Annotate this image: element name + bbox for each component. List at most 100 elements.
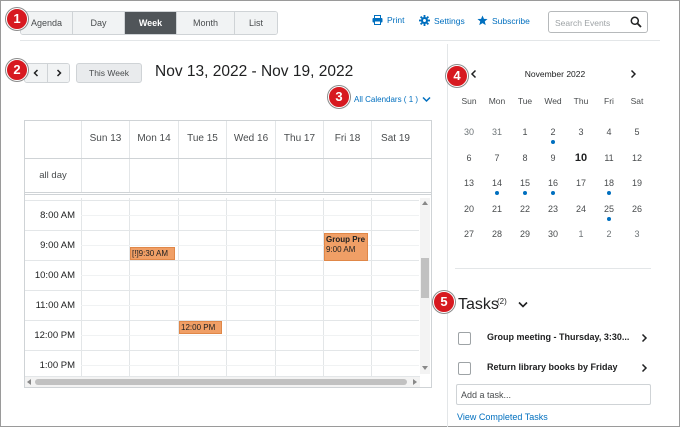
- time-grid[interactable]: 8:00 AM 9:00 AM 10:00 AM 11:00 AM 12:00 …: [25, 198, 431, 377]
- day-header-mon[interactable]: Mon 14: [129, 121, 178, 158]
- mini-day[interactable]: 19: [623, 175, 651, 195]
- task-checkbox[interactable]: [458, 332, 471, 345]
- horizontal-scrollbar[interactable]: [25, 376, 420, 387]
- mini-day[interactable]: 3: [567, 124, 595, 144]
- mini-day[interactable]: 30: [539, 226, 567, 246]
- day-header-sat[interactable]: Sat 19: [371, 121, 419, 158]
- mini-day[interactable]: 1: [511, 124, 539, 144]
- search-input[interactable]: [555, 16, 627, 29]
- day-header-tue[interactable]: Tue 15: [178, 121, 226, 158]
- day-header-fri[interactable]: Fri 18: [323, 121, 371, 158]
- chevron-left-icon: [33, 69, 39, 77]
- mini-day[interactable]: 15: [511, 175, 539, 195]
- mini-day[interactable]: 18: [595, 175, 623, 195]
- tab-week[interactable]: Week: [125, 12, 177, 34]
- tab-agenda[interactable]: Agenda: [21, 12, 73, 34]
- mini-day[interactable]: 29: [511, 226, 539, 246]
- event-indicator-dot: [523, 191, 527, 195]
- settings-button[interactable]: Settings: [419, 15, 465, 26]
- vertical-scroll-thumb[interactable]: [421, 258, 429, 298]
- view-completed-tasks-link[interactable]: View Completed Tasks: [457, 412, 548, 422]
- mini-day[interactable]: 16: [539, 175, 567, 195]
- mini-day-number: 23: [547, 203, 558, 214]
- all-day-cell[interactable]: [323, 159, 371, 192]
- day-header-thu[interactable]: Thu 17: [275, 121, 323, 158]
- mini-day[interactable]: 31: [483, 124, 511, 144]
- next-week-button[interactable]: [47, 64, 69, 82]
- all-day-cell[interactable]: [275, 159, 323, 192]
- scroll-right-arrow[interactable]: [413, 379, 417, 385]
- all-day-cell[interactable]: [371, 159, 419, 192]
- this-week-button[interactable]: This Week: [76, 63, 142, 83]
- all-calendars-dropdown[interactable]: All Calendars ( 1 ): [354, 95, 431, 104]
- mini-day[interactable]: 13: [455, 175, 483, 195]
- mini-day-number: 27: [463, 229, 474, 239]
- search-icon[interactable]: [630, 16, 642, 28]
- task-item[interactable]: Group meeting - Thursday, 3:30...: [458, 329, 648, 349]
- mini-day-number: 26: [631, 203, 642, 214]
- mini-day[interactable]: 22: [511, 201, 539, 221]
- hour-line: [25, 230, 419, 231]
- mini-day-number: 2: [606, 229, 612, 239]
- task-item[interactable]: Return library books by Friday: [458, 359, 648, 379]
- mini-day[interactable]: 10: [567, 150, 595, 170]
- prev-week-button[interactable]: [25, 64, 47, 82]
- half-hour-line: [81, 215, 419, 216]
- mini-day[interactable]: 23: [539, 201, 567, 221]
- mini-day[interactable]: 27: [455, 226, 483, 246]
- mini-day[interactable]: 20: [455, 201, 483, 221]
- add-task-input[interactable]: [461, 388, 641, 402]
- mini-day[interactable]: 11: [595, 150, 623, 170]
- all-day-cell[interactable]: [226, 159, 275, 192]
- mini-day[interactable]: 2: [595, 226, 623, 246]
- mini-day[interactable]: 9: [539, 150, 567, 170]
- task-checkbox[interactable]: [458, 362, 471, 375]
- event-fri-group[interactable]: Group Pre 9:00 AM: [324, 233, 368, 261]
- scroll-down-arrow[interactable]: [422, 366, 428, 370]
- subscribe-button[interactable]: Subscribe: [477, 15, 530, 26]
- star-icon: [477, 15, 488, 26]
- all-day-cell[interactable]: [178, 159, 226, 192]
- print-button[interactable]: Print: [372, 15, 404, 25]
- day-header-wed[interactable]: Wed 16: [226, 121, 275, 158]
- scroll-left-arrow[interactable]: [27, 379, 31, 385]
- mini-day[interactable]: 5: [623, 124, 651, 144]
- horizontal-scroll-thumb[interactable]: [35, 379, 407, 385]
- mini-day[interactable]: 3: [623, 226, 651, 246]
- all-day-cell[interactable]: [81, 159, 129, 192]
- mini-day-number: 1: [578, 229, 584, 239]
- mini-day-number: 16: [547, 178, 558, 188]
- mini-day[interactable]: 1: [567, 226, 595, 246]
- mini-day[interactable]: 6: [455, 150, 483, 170]
- mini-day-number: 12: [631, 152, 642, 163]
- event-mon-930[interactable]: [!]9:30 AM: [130, 247, 175, 260]
- scroll-up-arrow[interactable]: [422, 201, 428, 205]
- tasks-chevron-down-icon[interactable]: [518, 301, 528, 308]
- mini-day[interactable]: 24: [567, 201, 595, 221]
- time-label: 1:00 PM: [39, 360, 75, 371]
- mini-day[interactable]: 28: [483, 226, 511, 246]
- time-label: 9:00 AM: [40, 240, 75, 251]
- tab-day[interactable]: Day: [73, 12, 125, 34]
- all-day-cell[interactable]: [129, 159, 178, 192]
- event-tue-1200[interactable]: 12:00 PM: [179, 321, 222, 334]
- mini-day[interactable]: 17: [567, 175, 595, 195]
- mini-day[interactable]: 12: [623, 150, 651, 170]
- tab-list[interactable]: List: [235, 12, 277, 34]
- mini-day-number: 4: [606, 127, 612, 137]
- mini-day[interactable]: 7: [483, 150, 511, 170]
- mini-day-number: 3: [578, 127, 584, 137]
- mini-day[interactable]: 26: [623, 201, 651, 221]
- day-header-sun[interactable]: Sun 13: [81, 121, 129, 158]
- tab-month[interactable]: Month: [177, 12, 235, 34]
- mini-day[interactable]: 30: [455, 124, 483, 144]
- mini-day-number: 2: [550, 127, 556, 137]
- vertical-scrollbar[interactable]: [420, 198, 430, 374]
- mini-day[interactable]: 21: [483, 201, 511, 221]
- mini-day[interactable]: 25: [595, 201, 623, 221]
- mini-day[interactable]: 4: [595, 124, 623, 144]
- mini-day[interactable]: 8: [511, 150, 539, 170]
- mini-next-month-icon[interactable]: [629, 69, 637, 79]
- mini-day[interactable]: 2: [539, 124, 567, 144]
- mini-day[interactable]: 14: [483, 175, 511, 195]
